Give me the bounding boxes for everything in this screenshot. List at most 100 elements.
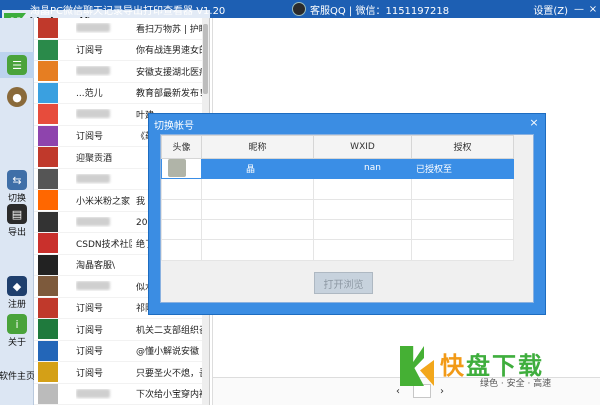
open-browse-button[interactable]: 打开浏览	[314, 272, 373, 294]
contact-info: 客服QQ | 微信：1151197218	[292, 1, 449, 17]
contact-avatar	[38, 297, 58, 318]
contact-name: 订阅号	[76, 325, 104, 336]
contact-last-message: 只要圣火不熄，吾侯...	[136, 368, 209, 379]
account-nickname-cell: 晶	[201, 157, 314, 180]
contact-avatar	[38, 190, 58, 211]
contact-avatar	[38, 340, 58, 361]
homepage-label: 软件主页	[0, 372, 36, 382]
contact-name: 小米米粉之家	[76, 196, 131, 207]
settings-menu[interactable]: 设置(Z)	[529, 2, 572, 17]
contact-last-message: 下次给小宝穿内裤，...	[136, 390, 209, 401]
export-icon: ▤	[7, 204, 27, 224]
contact-avatar	[38, 104, 58, 125]
sidebar-item-switch[interactable]: ⇆ 切换	[0, 170, 34, 204]
table-row	[161, 178, 514, 200]
account-nickname: 晶	[246, 164, 256, 175]
contact-avatar	[38, 233, 58, 254]
brand-slogan: 绿色 · 安全 · 高速	[480, 379, 552, 389]
account-wxid-cell: nan	[313, 157, 412, 180]
contact-last-message: 教育部最新发布！事...	[136, 89, 209, 100]
contact-avatar	[38, 39, 58, 60]
blurred-text	[76, 216, 110, 226]
contact-row[interactable]: 订阅号 只要圣火不熄，吾侯...	[34, 362, 209, 384]
chat-bubble-icon: ☰	[7, 55, 27, 75]
contact-name: 订阅号	[76, 46, 104, 57]
contact-last-message: 机关二支部组织召开...	[136, 325, 209, 336]
contact-name	[76, 216, 132, 227]
minimize-button[interactable]: —	[572, 0, 586, 18]
account-auth-cell: 已授权至	[411, 157, 514, 180]
blurred-text	[76, 281, 110, 291]
switch-label: 切换	[7, 194, 26, 204]
contact-row[interactable]: 安徽支援湖北医疗队...	[34, 61, 209, 83]
dialog-body: 头像 昵称 WXID 授权 晶 nan 已授权至 打开浏览	[160, 134, 534, 303]
close-button[interactable]: ×	[586, 0, 600, 18]
contact-name	[76, 109, 132, 119]
contact-last-message: 你有战连男速女的...	[136, 46, 209, 57]
dialog-title: 切换帐号	[154, 121, 194, 132]
account-wxid: nan	[364, 163, 381, 174]
contact-row[interactable]: 订阅号 @懂小解说安徽 开...	[34, 340, 209, 362]
contact-name	[76, 66, 132, 76]
contact-name: 订阅号	[76, 132, 104, 143]
contact-avatar	[38, 61, 58, 82]
dialog-close-button[interactable]: ×	[527, 115, 541, 129]
account-avatar-cell	[161, 157, 202, 180]
sidebar-item-export[interactable]: ▤ 导出	[0, 204, 34, 238]
sidebar-item-chats[interactable]: ☰	[0, 52, 34, 78]
support-contact-text: 客服QQ | 微信：1151197218	[310, 5, 450, 17]
contact-name: 订阅号	[76, 304, 104, 315]
sidebar-item-register[interactable]: ◆ 注册	[0, 276, 34, 310]
contact-last-message: 安徽支援湖北医疗队...	[136, 67, 209, 78]
scrollbar-thumb[interactable]	[203, 24, 208, 94]
brand-logo-icon	[400, 346, 434, 386]
sidebar-item-homepage[interactable]: 软件主页	[0, 368, 36, 382]
sidebar-item-contacts[interactable]: ●	[0, 84, 34, 110]
contact-row[interactable]: 订阅号 机关二支部组织召开...	[34, 319, 209, 341]
blurred-text	[76, 66, 110, 76]
contact-avatar	[38, 383, 58, 404]
contact-row[interactable]: 订阅号 你有战连男速女的...	[34, 39, 209, 61]
shield-icon: ◆	[7, 276, 27, 296]
person-icon: ●	[7, 87, 27, 107]
account-row-selected[interactable]: 晶 nan 已授权至	[161, 157, 514, 180]
contact-name: ...范儿	[76, 89, 103, 100]
table-header-row: 头像 昵称 WXID 授权	[161, 135, 514, 159]
contact-avatar	[38, 362, 58, 383]
contact-name	[76, 388, 132, 399]
contact-avatar	[38, 82, 58, 103]
info-icon: i	[7, 314, 27, 334]
contact-name	[76, 23, 132, 33]
blurred-text	[76, 388, 110, 398]
contact-avatar	[38, 254, 58, 275]
blurred-text	[76, 23, 110, 33]
contact-avatar	[38, 168, 58, 189]
column-header-avatar: 头像	[161, 135, 202, 159]
switch-account-icon: ⇆	[7, 170, 27, 190]
account-table: 头像 昵称 WXID 授权 晶 nan 已授权至	[161, 135, 514, 261]
blurred-text	[76, 109, 110, 119]
sidebar-item-about[interactable]: i 关于	[0, 314, 34, 348]
table-row	[161, 218, 514, 241]
contact-avatar	[38, 211, 58, 232]
contact-name	[76, 173, 132, 184]
contact-avatar	[38, 276, 58, 297]
contact-avatar	[38, 125, 58, 146]
contact-avatar	[38, 147, 58, 168]
contact-name: 订阅号	[76, 368, 104, 379]
account-auth: 已授权至	[416, 164, 453, 175]
contact-row[interactable]: 下次给小宝穿内裤，...	[34, 383, 209, 405]
brand-watermark: 快盘下载 绿色 · 安全 · 高速	[400, 344, 570, 390]
table-row	[161, 198, 514, 220]
contact-last-message: 看扫万物苏 | 护眼千...	[136, 24, 209, 35]
support-avatar-icon	[292, 2, 306, 16]
about-label: 关于	[7, 338, 26, 348]
contact-name	[76, 281, 132, 291]
contact-row[interactable]: ...范儿 教育部最新发布！事...	[34, 82, 209, 104]
contact-row[interactable]: 看扫万物苏 | 护眼千...	[34, 18, 209, 40]
account-avatar	[168, 159, 186, 178]
contact-name: 迎聚贡酒	[76, 153, 113, 164]
export-label: 导出	[7, 228, 26, 238]
table-row	[161, 239, 514, 261]
switch-account-dialog: 切换帐号 × 头像 昵称 WXID 授权 晶 nan 已授权至 打开浏览	[148, 113, 546, 315]
